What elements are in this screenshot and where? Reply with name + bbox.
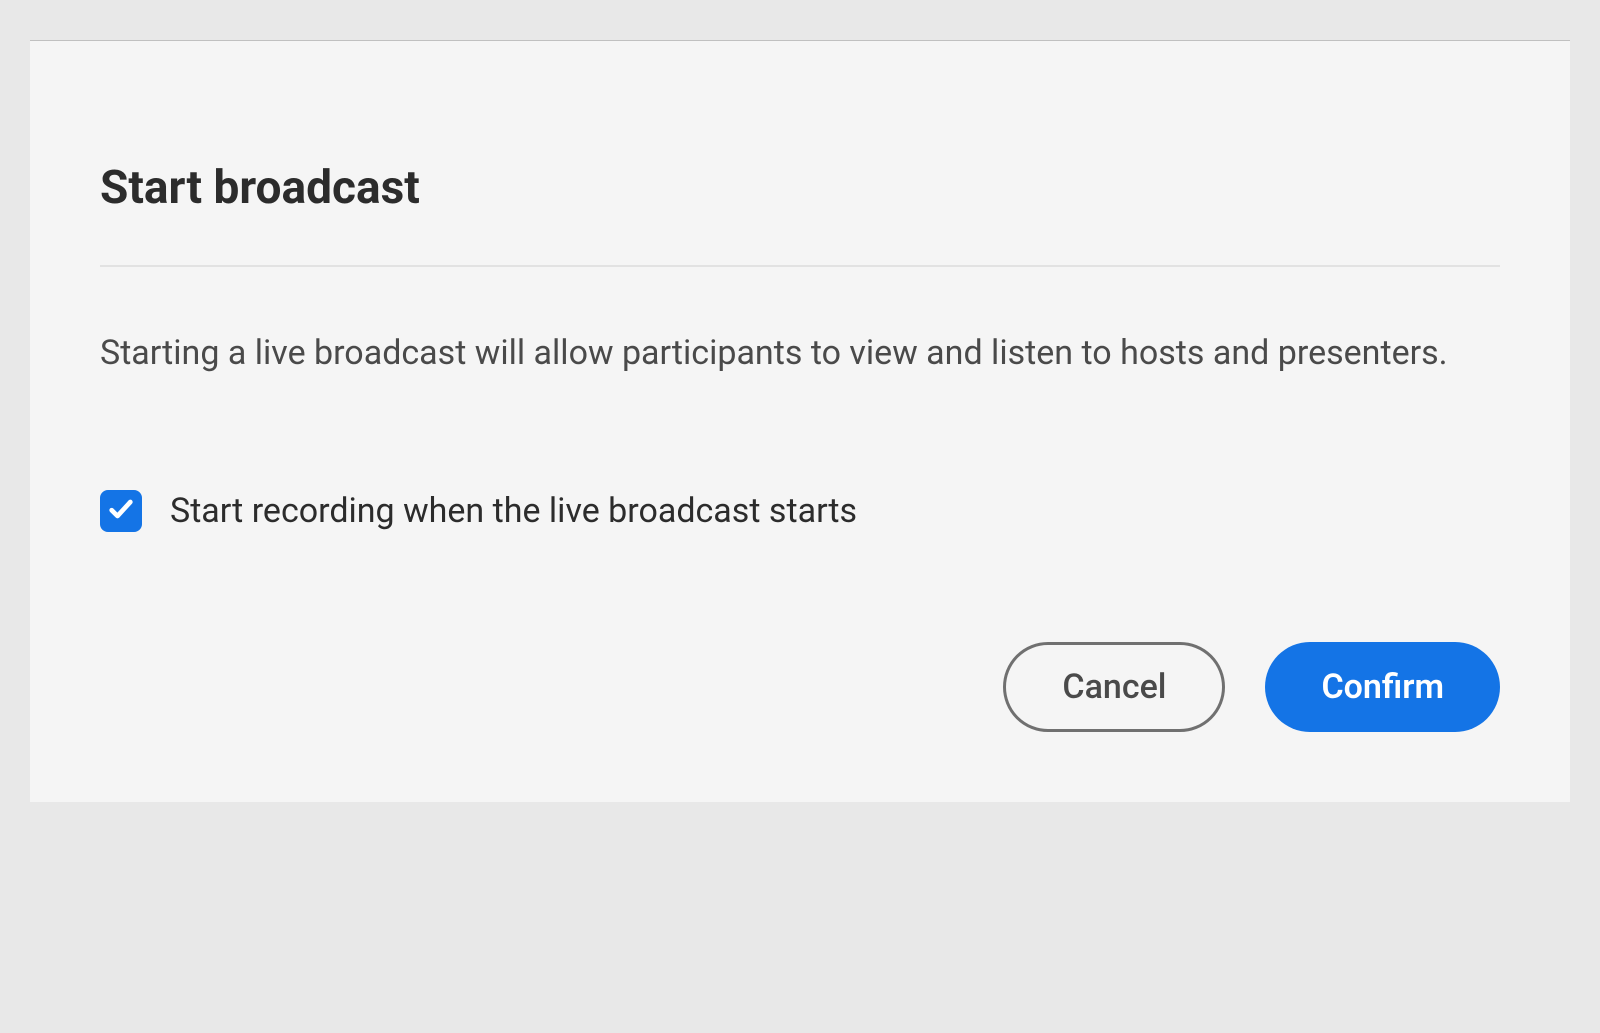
divider	[100, 265, 1500, 267]
cancel-button[interactable]: Cancel	[1003, 642, 1225, 732]
start-recording-label: Start recording when the live broadcast …	[170, 491, 857, 531]
dialog-description: Starting a live broadcast will allow par…	[100, 327, 1500, 380]
start-broadcast-dialog: Start broadcast Starting a live broadcas…	[30, 40, 1570, 802]
confirm-button[interactable]: Confirm	[1265, 642, 1500, 732]
checkmark-icon	[107, 495, 135, 527]
checkbox-row: Start recording when the live broadcast …	[100, 490, 1500, 532]
button-row: Cancel Confirm	[100, 642, 1500, 732]
start-recording-checkbox[interactable]	[100, 490, 142, 532]
dialog-title: Start broadcast	[100, 161, 1500, 215]
